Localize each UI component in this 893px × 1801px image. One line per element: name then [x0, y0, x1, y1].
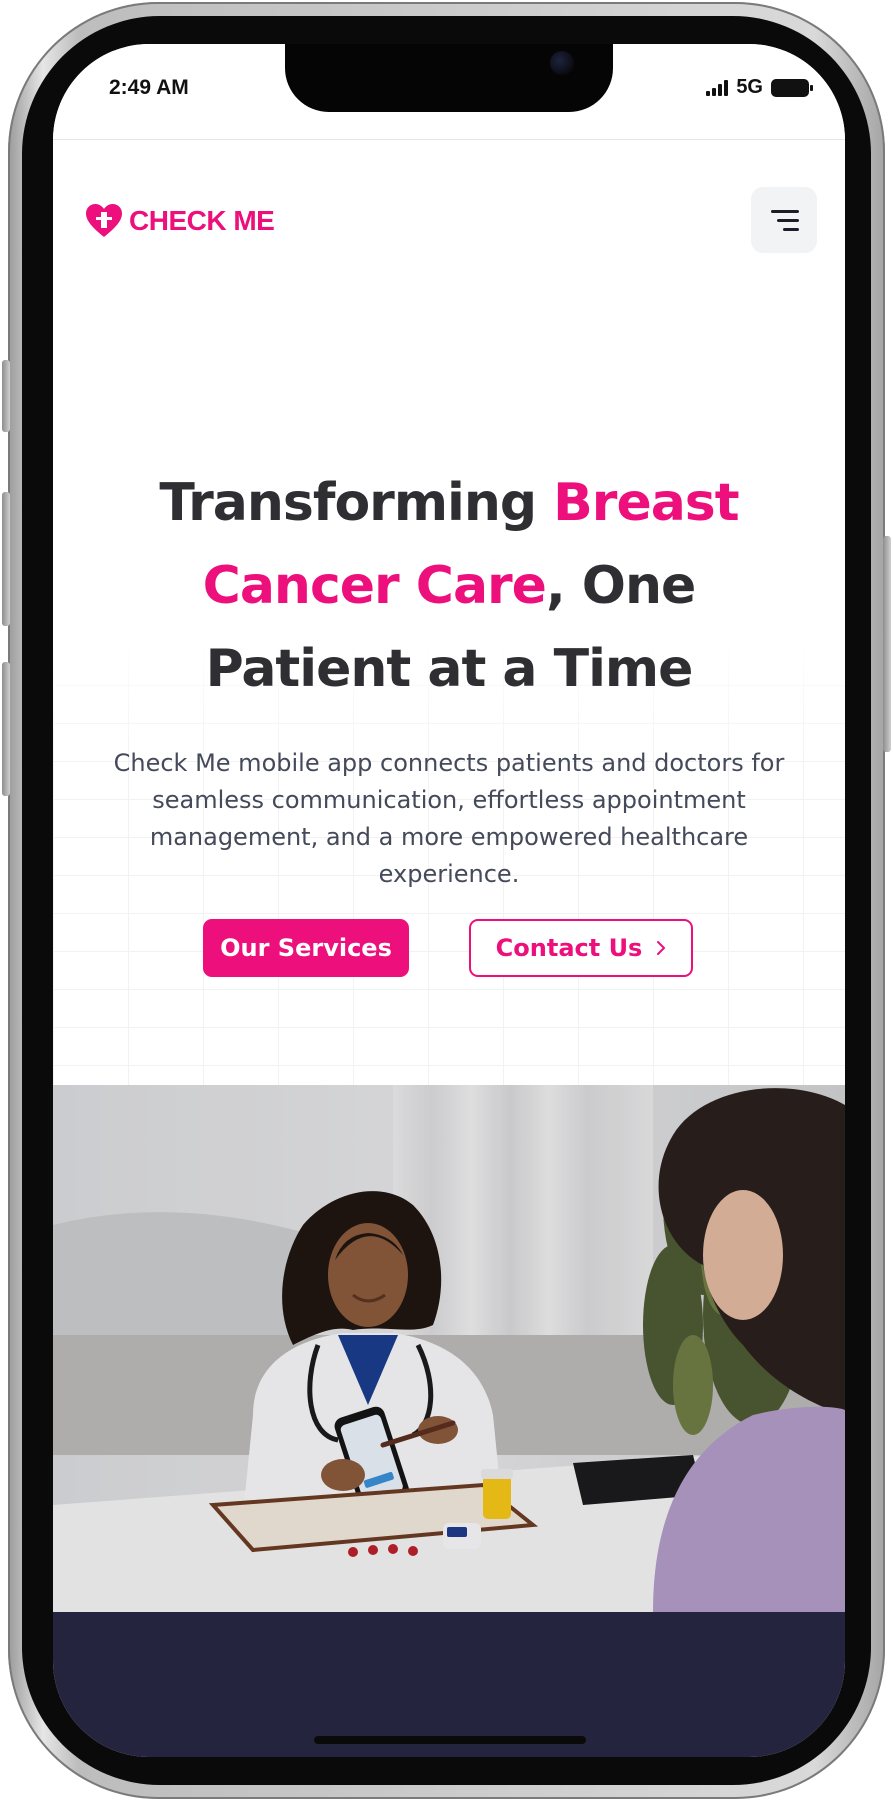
site-header: CHECK ME [53, 141, 845, 341]
menu-button[interactable] [751, 187, 817, 253]
side-button-power [883, 536, 891, 752]
hamburger-menu-icon [771, 209, 799, 213]
hero-photo-doctor-consultation [53, 1085, 845, 1612]
battery-icon [771, 78, 813, 97]
camera-notch [285, 44, 613, 112]
hero-headline: Transforming Breast Cancer Care, One Pat… [93, 462, 805, 711]
phone-screen: 2:49 AM 5G CHECK ME Transforming Breast … [53, 44, 845, 1757]
headline-part-1: Transforming [159, 473, 554, 533]
side-button-volume-down [2, 662, 10, 796]
side-button-silent [2, 360, 10, 432]
doctor-patient-illustration [53, 1085, 845, 1612]
status-indicators: 5G [706, 76, 813, 99]
chevron-right-icon [657, 941, 666, 955]
brand-name: CHECK ME [129, 205, 275, 236]
side-button-volume-up [2, 492, 10, 626]
cellular-signal-icon [706, 79, 729, 96]
contact-us-button[interactable]: Contact Us [469, 919, 693, 977]
contact-us-label: Contact Us [495, 934, 643, 962]
network-type: 5G [736, 76, 763, 98]
menu-line-3 [783, 227, 799, 231]
status-time: 2:49 AM [109, 76, 189, 99]
heart-logo-icon [86, 204, 122, 237]
home-indicator[interactable] [314, 1736, 586, 1744]
hero-section: Transforming Breast Cancer Care, One Pat… [53, 341, 845, 1085]
front-camera [550, 51, 574, 75]
our-services-button[interactable]: Our Services [203, 919, 409, 977]
brand-logo[interactable]: CHECK ME [85, 203, 275, 239]
hero-description: Check Me mobile app connects patients an… [113, 749, 785, 888]
menu-line-2 [777, 218, 799, 222]
